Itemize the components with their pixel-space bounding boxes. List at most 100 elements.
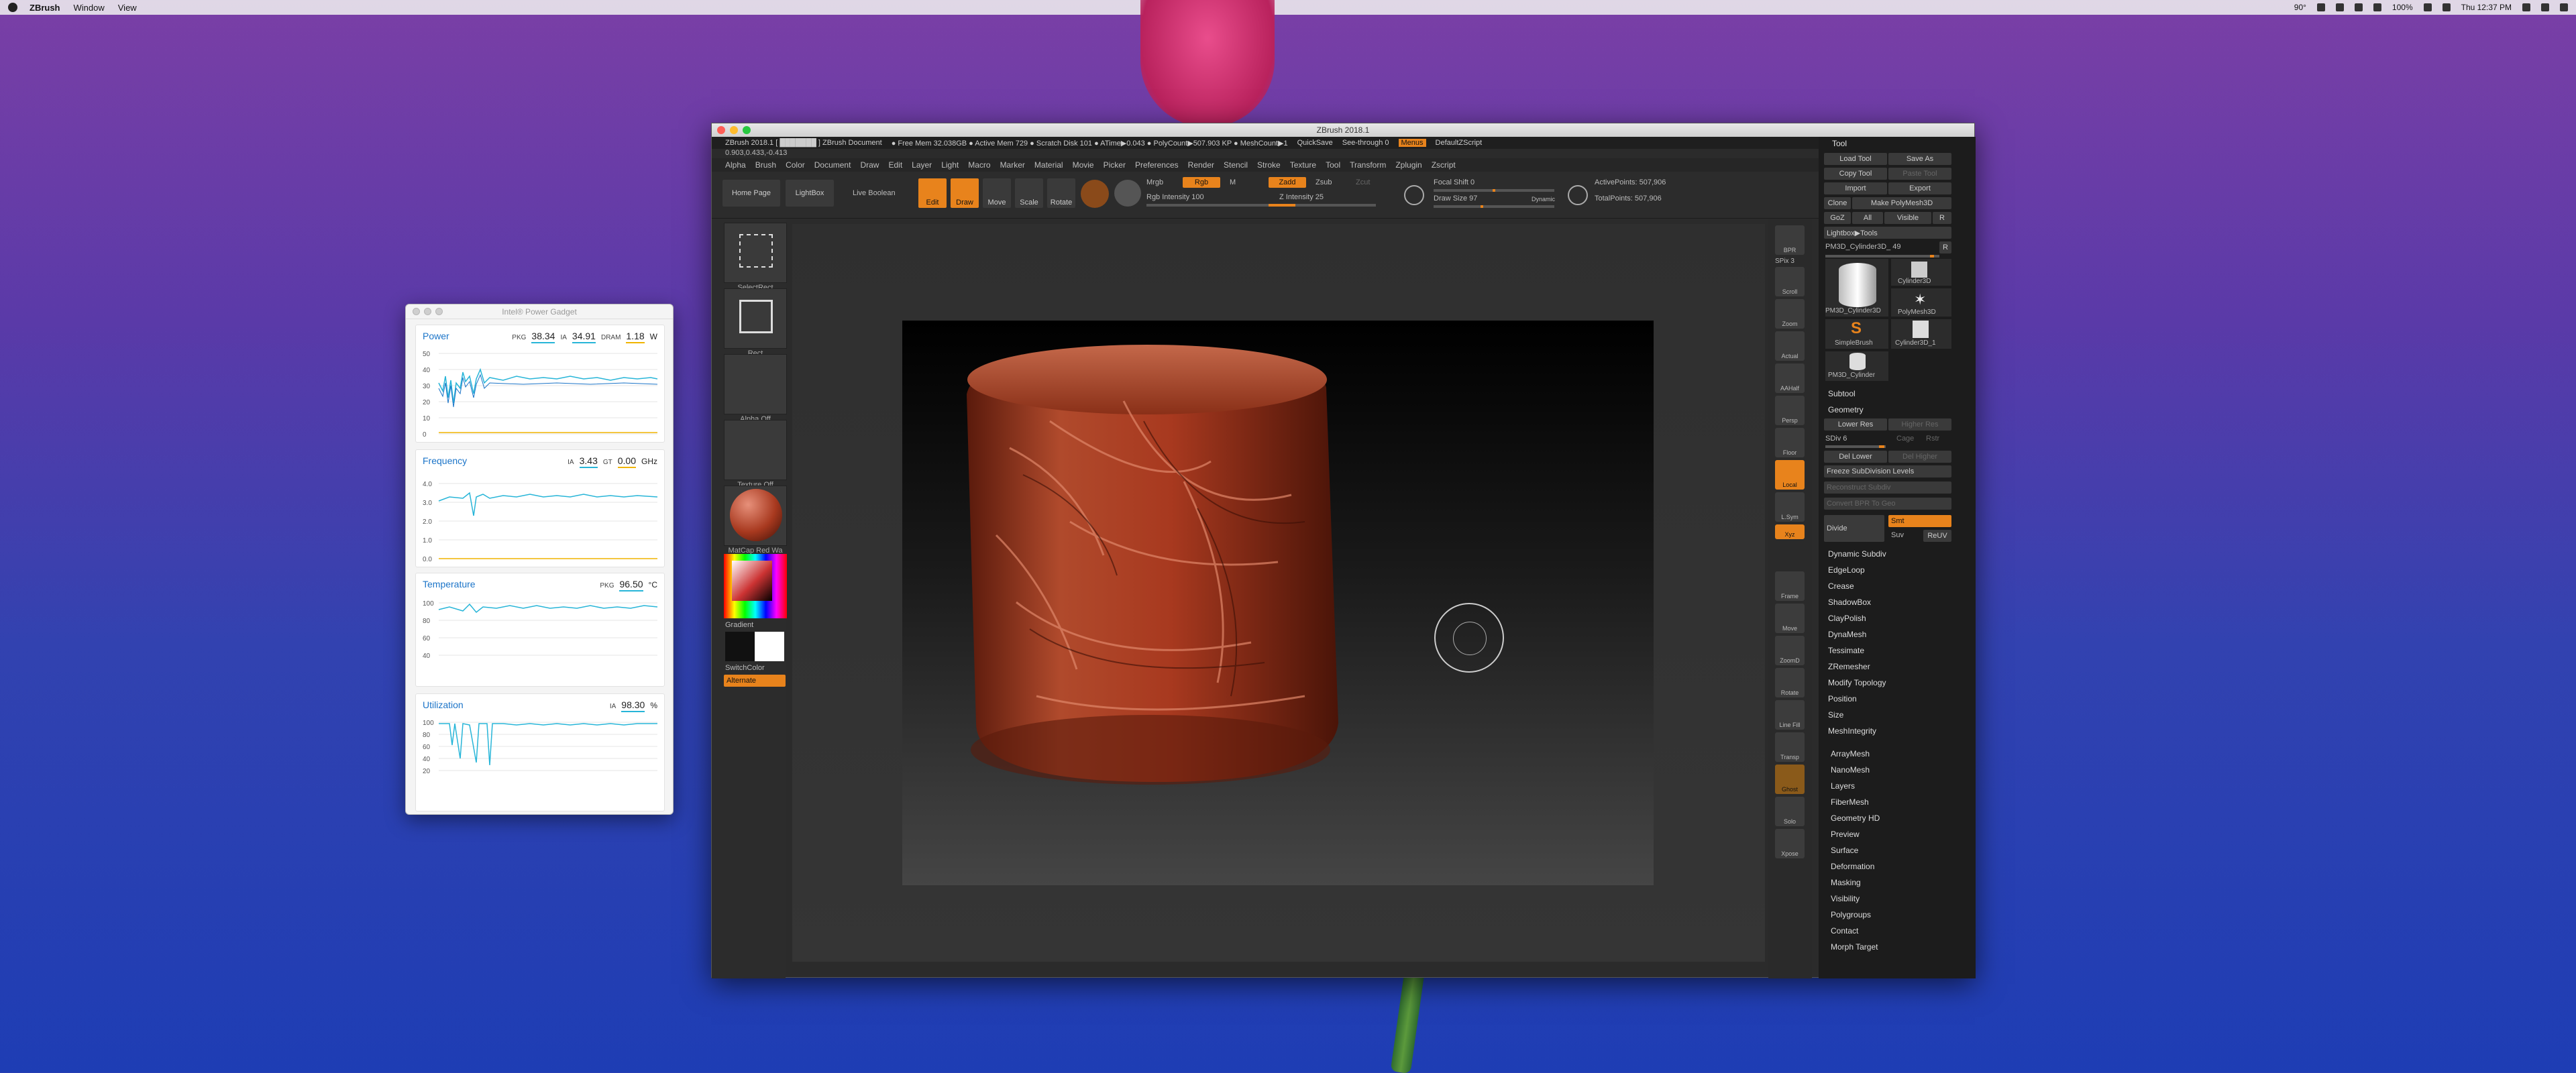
weather-temp[interactable]: 90° (2294, 3, 2306, 12)
sculpted-cylinder[interactable] (902, 321, 1654, 885)
close-icon[interactable] (717, 126, 725, 134)
geo-dynamic-subdiv[interactable]: Dynamic Subdiv (1819, 546, 1966, 562)
zoom-icon[interactable] (743, 126, 751, 134)
spix-slider[interactable]: SPix 3 (1775, 258, 1794, 265)
geo-size[interactable]: Size (1819, 707, 1966, 723)
power-gadget-titlebar[interactable]: Intel® Power Gadget (406, 304, 673, 319)
battery-percent[interactable]: 100% (2392, 3, 2413, 12)
scale-mode-button[interactable]: Scale (1015, 178, 1043, 208)
tool-header[interactable]: Tool (1832, 137, 1966, 150)
menubar-clock[interactable]: Thu 12:37 PM (2461, 3, 2512, 12)
del-lower-button[interactable]: Del Lower (1824, 451, 1887, 463)
goz-r-button[interactable]: R (1933, 212, 1951, 224)
move-mode-button[interactable]: Move (983, 178, 1011, 208)
section-layers[interactable]: Layers (1819, 778, 1966, 794)
geo-modify-topology[interactable]: Modify Topology (1819, 675, 1966, 691)
xyz-button[interactable]: Xyz (1775, 524, 1805, 539)
geo-shadowbox[interactable]: ShadowBox (1819, 594, 1966, 610)
section-contact[interactable]: Contact (1819, 923, 1966, 939)
menu-material[interactable]: Material (1034, 160, 1063, 170)
z-intensity-slider[interactable]: Z Intensity 25 (1279, 193, 1324, 201)
rotate-button[interactable]: Rotate (1775, 668, 1805, 697)
current-tool-slider[interactable]: PM3D_Cylinder3D_ 49 (1825, 243, 1901, 251)
current-tool-track[interactable] (1825, 255, 1939, 258)
menu-draw[interactable]: Draw (860, 160, 879, 170)
ghost-button[interactable]: Ghost (1775, 765, 1805, 794)
tool-thumb-cylinder3d[interactable]: Cylinder3D (1891, 259, 1951, 286)
menus-toggle[interactable]: Menus (1398, 139, 1426, 147)
menubar-window[interactable]: Window (74, 3, 105, 13)
subtool-section[interactable]: Subtool (1819, 386, 1966, 401)
aahalf-button[interactable]: AAHalf (1775, 363, 1805, 393)
local-button[interactable]: Local (1775, 460, 1805, 490)
section-fibermesh[interactable]: FiberMesh (1819, 794, 1966, 810)
zsub-button[interactable]: Zsub (1316, 178, 1332, 186)
lsym-button[interactable]: L.Sym (1775, 492, 1805, 522)
tool-thumb-cylinder3d-1[interactable]: Cylinder3D_1 (1891, 319, 1951, 349)
draw-mode-button[interactable]: Draw (951, 178, 979, 208)
dynamic-button[interactable]: Dynamic (1532, 196, 1555, 203)
notification-center-icon[interactable] (2560, 3, 2568, 11)
goz-all-button[interactable]: All (1852, 212, 1883, 224)
section-masking[interactable]: Masking (1819, 874, 1966, 891)
gmail-icon[interactable] (2316, 3, 2325, 11)
geo-zremesher[interactable]: ZRemesher (1819, 659, 1966, 675)
reuv-button[interactable]: ReUV (1923, 530, 1951, 542)
section-visibility[interactable]: Visibility (1819, 891, 1966, 907)
m-button[interactable]: M (1230, 178, 1236, 186)
alternate-button[interactable]: Alternate (724, 675, 786, 687)
z-intensity-track[interactable] (1269, 204, 1376, 207)
menu-marker[interactable]: Marker (1000, 160, 1025, 170)
menu-tool[interactable]: Tool (1326, 160, 1340, 170)
siri-icon[interactable] (2541, 3, 2549, 11)
menu-preferences[interactable]: Preferences (1135, 160, 1179, 170)
import-button[interactable]: Import (1824, 182, 1887, 194)
smt-button[interactable]: Smt (1888, 515, 1951, 527)
menu-texture[interactable]: Texture (1290, 160, 1316, 170)
tool-thumb-pm3d-cylinder3d[interactable]: PM3D_Cylinder3D (1825, 259, 1888, 317)
tool-thumb-polymesh3d[interactable]: ✶ PolyMesh3D (1891, 288, 1951, 317)
tool-thumb-simplebrush[interactable]: S SimpleBrush (1825, 319, 1888, 349)
spotlight-icon[interactable] (2522, 3, 2530, 11)
wifi-icon[interactable] (2373, 3, 2381, 11)
paste-tool-button[interactable]: Paste Tool (1888, 168, 1951, 180)
zbrush-titlebar[interactable]: ZBrush 2018.1 (712, 123, 1974, 137)
actual-button[interactable]: Actual (1775, 331, 1805, 361)
quicksave-button[interactable]: QuickSave (1297, 139, 1333, 147)
main-color-swatch[interactable] (725, 632, 755, 661)
menu-render[interactable]: Render (1188, 160, 1214, 170)
move-button[interactable]: Move (1775, 604, 1805, 633)
sdiv-track[interactable] (1825, 445, 1886, 448)
home-page-button[interactable]: Home Page (722, 180, 780, 207)
section-nanomesh[interactable]: NanoMesh (1819, 762, 1966, 778)
rstr-button[interactable]: Rstr (1926, 435, 1939, 443)
live-boolean-button[interactable]: Live Boolean (853, 189, 896, 197)
lightbox-tools-button[interactable]: Lightbox▶Tools (1824, 227, 1951, 239)
line-fill-button[interactable]: Line Fill (1775, 700, 1805, 730)
solo-button[interactable]: Solo (1775, 797, 1805, 826)
bpr-button[interactable]: BPR (1775, 225, 1805, 255)
current-tool-r-button[interactable]: R (1939, 241, 1951, 253)
xpose-button[interactable]: Xpose (1775, 829, 1805, 858)
section-deformation[interactable]: Deformation (1819, 858, 1966, 874)
material-sphere-icon[interactable] (1081, 180, 1109, 208)
higher-res-button[interactable]: Higher Res (1888, 418, 1951, 431)
default-zscript[interactable]: DefaultZScript (1436, 139, 1483, 147)
scroll-button[interactable]: Scroll (1775, 267, 1805, 296)
goz-visible-button[interactable]: Visible (1884, 212, 1931, 224)
menu-macro[interactable]: Macro (968, 160, 990, 170)
suv-button[interactable]: Suv (1891, 531, 1904, 539)
menu-brush[interactable]: Brush (755, 160, 776, 170)
menu-movie[interactable]: Movie (1073, 160, 1094, 170)
geo-position[interactable]: Position (1819, 691, 1966, 707)
del-higher-button[interactable]: Del Higher (1888, 451, 1951, 463)
stroke-rect[interactable]: Rect (724, 288, 787, 357)
menu-document[interactable]: Document (814, 160, 851, 170)
see-through-slider[interactable]: See-through 0 (1342, 139, 1389, 147)
draw-size-track[interactable] (1434, 205, 1554, 208)
switchcolor-button[interactable]: SwitchColor (725, 664, 765, 672)
geo-dynamesh[interactable]: DynaMesh (1819, 626, 1966, 642)
floor-button[interactable]: Floor (1775, 428, 1805, 457)
section-preview[interactable]: Preview (1819, 826, 1966, 842)
lower-res-button[interactable]: Lower Res (1824, 418, 1887, 431)
